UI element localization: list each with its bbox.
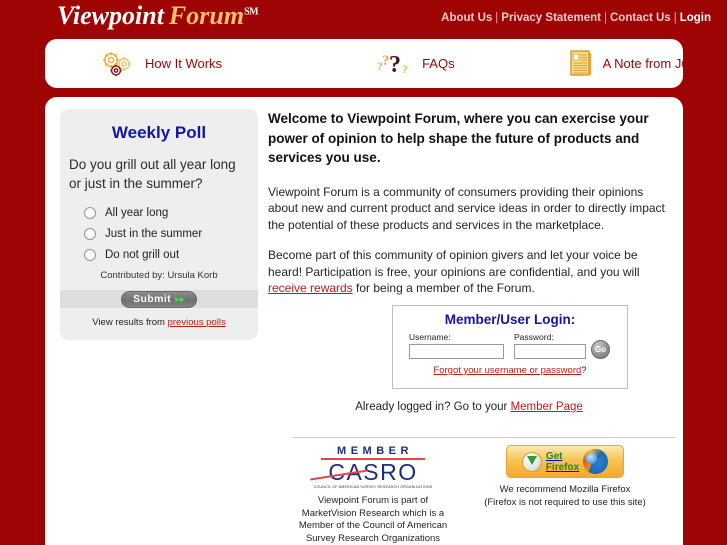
firefox-description-line-2: (Firefox is not required to use this sit… (484, 497, 646, 508)
poll-option-label: Do not grill out (105, 249, 180, 261)
nav-note-from-julie-label: A Note from Julie (602, 56, 702, 71)
username-label: Username: (409, 332, 451, 342)
page-header: Viewpoint ForumSM About Us | Privacy Statem… (0, 0, 727, 33)
site-logo: Viewpoint ForumSM (57, 1, 259, 31)
document-icon (569, 50, 592, 77)
username-input[interactable] (409, 344, 504, 359)
paragraph-2-text-after: for being a member of the Forum. (352, 281, 535, 295)
top-navigation: About Us | Privacy Statement | Contact Us | Lo… (441, 12, 711, 24)
download-arrow-icon (521, 451, 542, 472)
casro-description-line-2: MarketVision Research which is a (301, 507, 445, 519)
topnav-separator-2: | (604, 12, 607, 24)
logo-sm-mark: SM (244, 6, 259, 18)
gears-icon (100, 50, 134, 78)
password-field-group: Password: (514, 332, 586, 359)
poll-question: Do you grill out all year long or just i… (69, 157, 236, 191)
already-logged-in-row: Already logged in? Go to your Member Pag… (268, 401, 670, 413)
svg-text:?: ? (389, 52, 401, 78)
topnav-about-us[interactable]: About Us (441, 12, 492, 24)
poll-option-label: Just in the summer (105, 228, 203, 240)
firefox-logo-icon (583, 449, 609, 474)
poll-submit-label: Submit (133, 292, 172, 305)
firefox-description: We recommend Mozilla Firefox (Firefox is… (472, 483, 658, 509)
topnav-login[interactable]: Login (680, 12, 711, 24)
login-field-row: Username: Password: Go (393, 332, 627, 359)
poll-option-all-year-long[interactable]: All year long (60, 207, 258, 219)
logo-text-viewpoint: Viewpoint (57, 1, 164, 30)
nav-faqs[interactable]: ? ? ? ? FAQs (377, 50, 455, 78)
password-input[interactable] (514, 344, 586, 359)
content-column: Welcome to Viewpoint Forum, where you ca… (268, 109, 676, 544)
question-marks-icon: ? ? ? ? (377, 50, 411, 78)
forgot-credentials-link[interactable]: Forgot your username or password (433, 365, 581, 376)
radio-all-year-long[interactable] (84, 207, 96, 219)
topnav-separator-3: | (673, 12, 677, 24)
casro-logo-text: CASRO (280, 460, 466, 484)
get-firefox-line-1: Get (545, 450, 563, 462)
welcome-heading: Welcome to Viewpoint Forum, where you ca… (268, 111, 649, 165)
intro-paragraph-1: Viewpoint Forum is a community of consum… (268, 184, 665, 232)
firefox-description-line-1: We recommend Mozilla Firefox (499, 484, 631, 495)
casro-description: Viewpoint Forum is part of MarketVision … (280, 495, 466, 545)
login-title: Member/User Login: (444, 312, 576, 327)
nav-note-from-julie[interactable]: A Note from Julie (569, 50, 702, 77)
poll-option-just-in-the-summer[interactable]: Just in the summer (60, 228, 258, 240)
radio-do-not-grill-out[interactable] (84, 249, 96, 261)
member-page-link[interactable]: Member Page (511, 401, 583, 413)
login-go-button[interactable]: Go (591, 340, 610, 359)
password-label: Password: (514, 332, 554, 342)
topnav-separator-1: | (495, 12, 499, 24)
member-login-box: Member/User Login: Username: Password: G… (392, 305, 628, 389)
previous-polls-link[interactable]: previous polls (168, 317, 226, 328)
get-firefox-button[interactable]: Get Firefox (506, 445, 624, 478)
casro-block: MEMBER CASRO COUNCIL OF AMERICAN SURVEY … (280, 445, 466, 545)
main-navigation-bar: How It Works ? ? ? ? FAQs A Note from Ju… (45, 39, 702, 88)
poll-option-label: All year long (105, 207, 169, 219)
radio-just-in-the-summer[interactable] (84, 228, 96, 240)
paragraph-2-text-before: Become part of this community of opinion… (268, 248, 640, 279)
nav-how-it-works-label: How It Works (145, 56, 223, 71)
footer-divider (293, 437, 676, 438)
casro-name-text: CASRO (328, 459, 418, 485)
svg-text:?: ? (402, 62, 408, 76)
poll-view-results-prefix: View results from (92, 317, 168, 328)
poll-contributed-by: Contributed by: Ursula Korb (100, 270, 218, 281)
poll-view-results: View results from previous polls (60, 317, 258, 328)
topnav-privacy-statement[interactable]: Privacy Statement (501, 12, 601, 24)
get-firefox-label: Get Firefox (546, 451, 579, 473)
poll-option-do-not-grill-out[interactable]: Do not grill out (60, 249, 258, 261)
footer-logos: MEMBER CASRO COUNCIL OF AMERICAN SURVEY … (268, 445, 670, 545)
poll-submit-row: Submit ▸▸ (60, 290, 258, 308)
logo-text-forum: Forum (168, 1, 245, 30)
nav-faqs-label: FAQs (422, 56, 455, 71)
casro-description-line-1: Viewpoint Forum is part of (317, 495, 429, 506)
poll-submit-button[interactable]: Submit ▸▸ (121, 290, 197, 308)
casro-description-line-4: Survey Research Organizations (305, 532, 441, 544)
casro-member-word: MEMBER (337, 445, 413, 457)
already-logged-in-prefix: Already logged in? Go to your (355, 401, 511, 413)
topnav-contact-us[interactable]: Contact Us (610, 12, 671, 24)
weekly-poll-box: Weekly Poll Do you grill out all year lo… (60, 109, 258, 340)
receive-rewards-link[interactable]: receive rewards (268, 281, 353, 295)
casro-tagline: COUNCIL OF AMERICAN SURVEY RESEARCH ORGA… (313, 485, 433, 489)
firefox-block: Get Firefox We recommend Mozilla Firefox… (472, 445, 658, 545)
poll-title: Weekly Poll (111, 123, 207, 142)
forgot-credentials-row: Forgot your username or password? (393, 365, 627, 376)
casro-description-line-3: Member of the Council of American (298, 520, 448, 531)
get-firefox-line-2: Firefox (545, 461, 580, 473)
intro-paragraph-2: Become part of this community of opinion… (268, 247, 670, 297)
submit-arrows-icon: ▸▸ (175, 293, 185, 304)
username-field-group: Username: (409, 332, 504, 359)
nav-how-it-works[interactable]: How It Works (100, 50, 222, 78)
forgot-suffix: ? (581, 365, 587, 376)
main-content-panel: Weekly Poll Do you grill out all year lo… (45, 97, 683, 545)
